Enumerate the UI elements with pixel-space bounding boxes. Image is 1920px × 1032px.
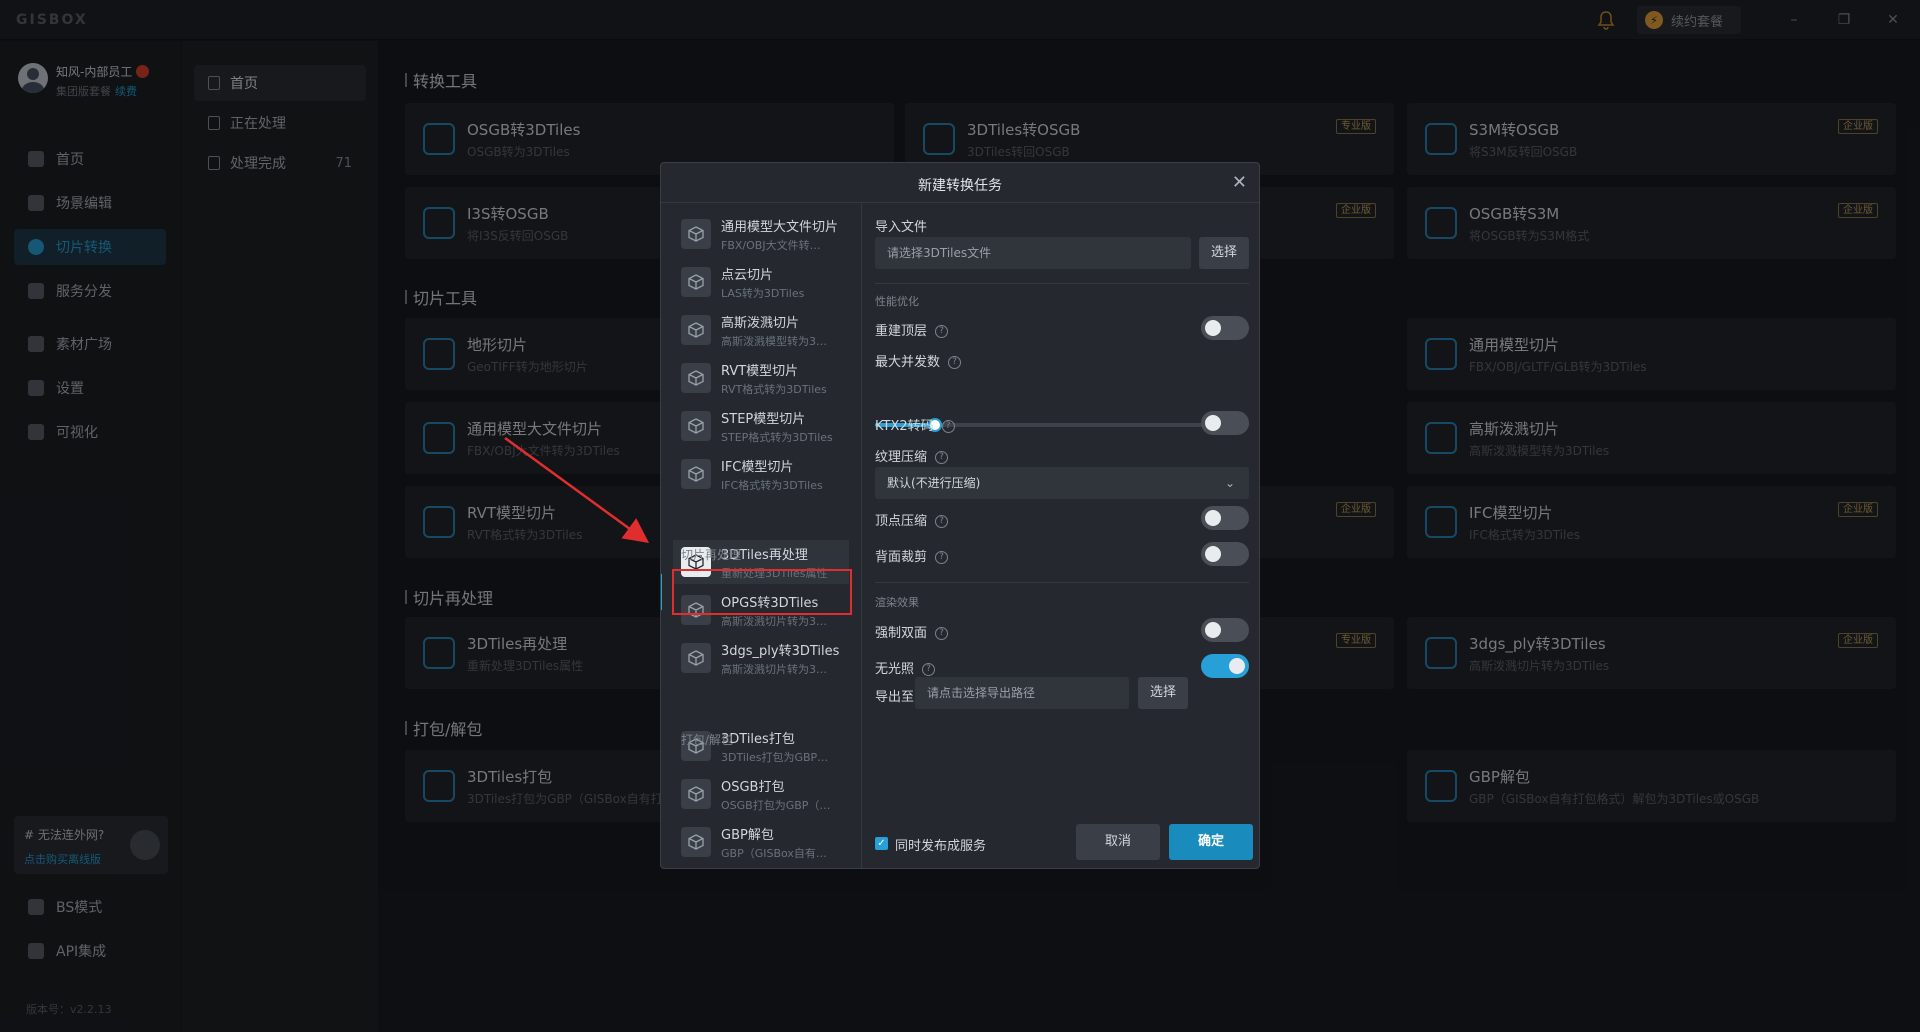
task-type-item[interactable]: GBP解包 GBP（GISBox自有…: [673, 820, 849, 864]
cube-icon: [681, 363, 711, 393]
help-icon[interactable]: ?: [935, 515, 949, 528]
cube-icon: [681, 779, 711, 809]
group-label: 切片再处理: [681, 548, 742, 562]
task-type-item[interactable]: 高斯泼溅切片 高斯泼溅模型转为3…: [673, 308, 849, 352]
import-select-button[interactable]: 选择: [1199, 237, 1249, 269]
publish-checkbox[interactable]: ✓: [875, 837, 888, 850]
task-type-subtitle: STEP格式转为3DTiles: [721, 430, 833, 444]
task-type-item[interactable]: OSGB打包 OSGB打包为GBP（…: [673, 772, 849, 816]
help-icon[interactable]: ?: [948, 356, 962, 369]
task-form: 导入文件 请选择3DTiles文件 选择 性能优化 重建顶层? 最大并发数? K…: [863, 204, 1259, 824]
chevron-down-icon: ⌄: [1224, 476, 1235, 490]
selected-indicator: [661, 574, 662, 610]
task-type-subtitle: FBX/OBJ大文件转…: [721, 238, 821, 252]
max-concurrency-label: 最大并发数: [875, 355, 941, 370]
task-type-subtitle: LAS转为3DTiles: [721, 286, 805, 300]
divider: [875, 582, 1249, 583]
double-side-label: 强制双面: [875, 626, 928, 641]
import-label: 导入文件: [875, 220, 928, 235]
cube-icon: [681, 219, 711, 249]
export-path-input[interactable]: 请点击选择导出路径: [915, 677, 1129, 709]
task-type-title: 点云切片: [721, 267, 774, 283]
task-type-item[interactable]: 点云切片 LAS转为3DTiles: [673, 260, 849, 304]
perf-label: 性能优化: [875, 295, 919, 308]
task-type-subtitle: 3DTiles打包为GBP…: [721, 750, 829, 764]
cancel-button[interactable]: 取消: [1076, 824, 1160, 860]
cube-icon: [681, 267, 711, 297]
task-type-list: 通用模型大文件切片 FBX/OBJ大文件转… 点云切片 LAS转为3DTiles…: [661, 204, 862, 868]
task-type-subtitle: 高斯泼溅模型转为3…: [721, 334, 827, 348]
task-type-title: GBP解包: [721, 827, 774, 843]
highlight-box: [672, 569, 852, 615]
help-icon[interactable]: ?: [922, 663, 936, 676]
task-type-title: 通用模型大文件切片: [721, 219, 839, 235]
cube-icon: [681, 315, 711, 345]
task-type-title: 3DTiles打包: [721, 731, 795, 747]
vertex-compress-label: 顶点压缩: [875, 514, 928, 529]
dialog-header: 新建转换任务 ✕: [661, 163, 1259, 203]
group-label: 打包/解包: [681, 733, 734, 747]
new-task-dialog: 新建转换任务 ✕ 通用模型大文件切片 FBX/OBJ大文件转… 点云切片 LAS…: [660, 162, 1260, 869]
texture-compress-label: 纹理压缩: [875, 450, 928, 465]
task-type-item[interactable]: IFC模型切片 IFC格式转为3DTiles: [673, 452, 849, 496]
task-type-item[interactable]: 通用模型大文件切片 FBX/OBJ大文件转…: [673, 212, 849, 256]
texture-compress-value: 默认(不进行压缩): [887, 476, 981, 490]
backface-label: 背面裁剪: [875, 550, 928, 565]
task-type-title: 3dgs_ply转3DTiles: [721, 643, 840, 659]
help-icon[interactable]: ?: [935, 627, 949, 640]
help-icon[interactable]: ?: [935, 551, 949, 564]
divider: [875, 283, 1249, 284]
task-type-subtitle: GBP（GISBox自有…: [721, 846, 827, 860]
rebuild-top-label: 重建顶层: [875, 324, 928, 339]
unlit-toggle[interactable]: [1201, 654, 1249, 678]
publish-label: 同时发布成服务: [895, 839, 987, 854]
task-type-subtitle: 高斯泼溅切片转为3…: [721, 662, 827, 676]
import-file-input[interactable]: 请选择3DTiles文件: [875, 237, 1191, 269]
task-type-item[interactable]: RVT模型切片 RVT格式转为3DTiles: [673, 356, 849, 400]
task-type-item[interactable]: 3dgs_ply转3DTiles 高斯泼溅切片转为3…: [673, 636, 849, 680]
vertex-compress-toggle[interactable]: [1201, 506, 1249, 530]
cube-icon: [681, 643, 711, 673]
task-type-title: IFC模型切片: [721, 459, 794, 475]
task-type-subtitle: IFC格式转为3DTiles: [721, 478, 823, 492]
rebuild-top-toggle[interactable]: [1201, 316, 1249, 340]
double-side-toggle[interactable]: [1201, 618, 1249, 642]
task-type-title: STEP模型切片: [721, 411, 806, 427]
task-type-title: RVT模型切片: [721, 363, 799, 379]
texture-compress-select[interactable]: 默认(不进行压缩) ⌄: [875, 467, 1249, 499]
cube-icon: [681, 411, 711, 441]
ktx2-toggle[interactable]: [1201, 411, 1249, 435]
cube-icon: [681, 459, 711, 489]
unlit-label: 无光照: [875, 662, 915, 677]
task-type-title: OSGB打包: [721, 779, 785, 795]
dialog-footer: ✓ 同时发布成服务 取消 确定: [863, 824, 1259, 868]
backface-toggle[interactable]: [1201, 542, 1249, 566]
close-icon[interactable]: ✕: [1232, 172, 1247, 193]
dialog-title: 新建转换任务: [918, 178, 1002, 194]
render-label: 渲染效果: [875, 596, 919, 609]
task-type-subtitle: OSGB打包为GBP（…: [721, 798, 831, 812]
task-type-title: 高斯泼溅切片: [721, 315, 800, 331]
task-type-subtitle: RVT格式转为3DTiles: [721, 382, 827, 396]
ktx2-label: KTX2转码: [875, 419, 934, 434]
export-select-button[interactable]: 选择: [1138, 677, 1188, 709]
task-type-item[interactable]: STEP模型切片 STEP格式转为3DTiles: [673, 404, 849, 448]
export-label: 导出至: [875, 690, 915, 705]
help-icon[interactable]: ?: [941, 420, 955, 433]
help-icon[interactable]: ?: [935, 325, 949, 338]
help-icon[interactable]: ?: [935, 451, 949, 464]
cube-icon: [681, 827, 711, 857]
confirm-button[interactable]: 确定: [1169, 824, 1253, 860]
